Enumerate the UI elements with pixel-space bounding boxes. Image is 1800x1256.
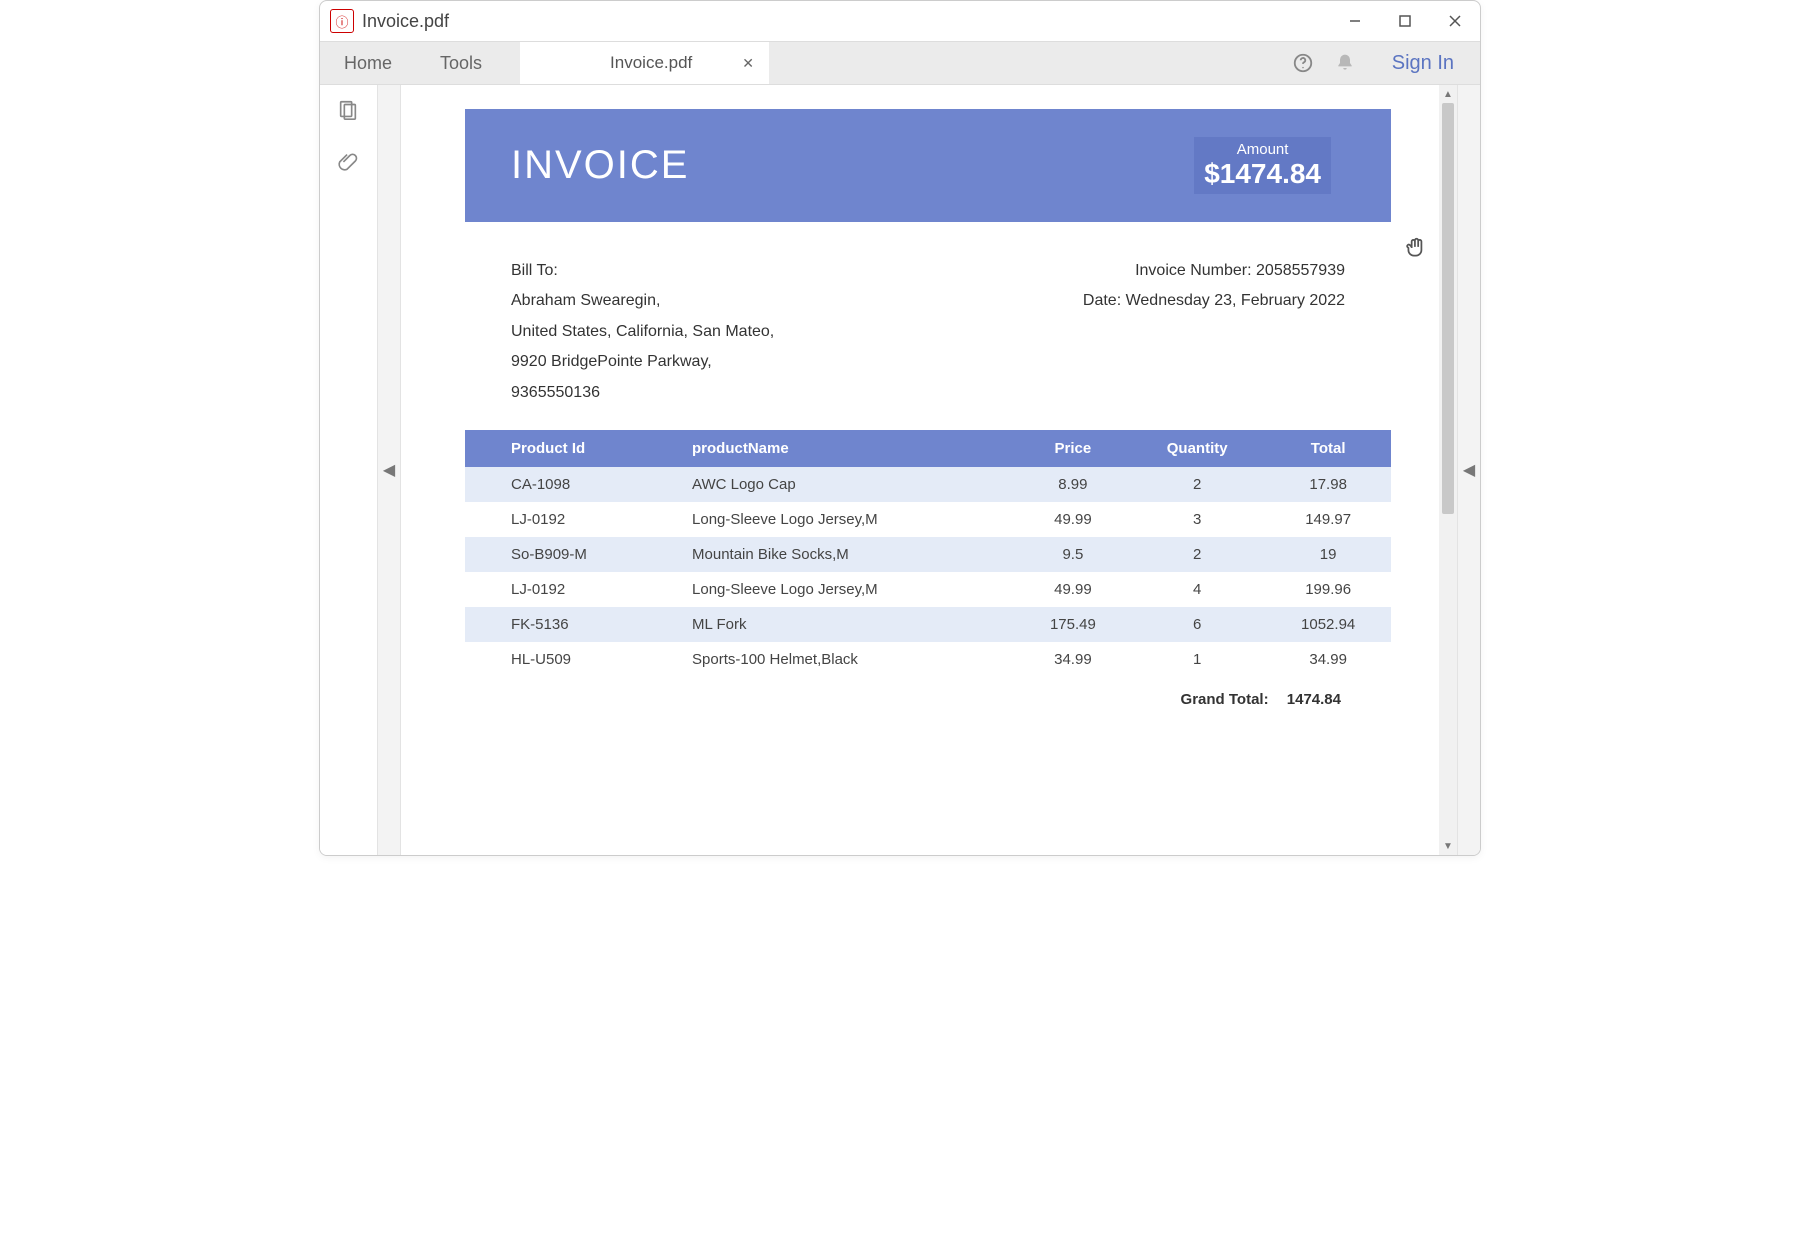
- cell-product-name: ML Fork: [680, 607, 1017, 642]
- invoice-date: Date: Wednesday 23, February 2022: [1083, 286, 1345, 316]
- pdf-app-icon: ⓘ: [330, 9, 354, 33]
- scroll-up-icon[interactable]: ▲: [1439, 85, 1457, 103]
- cell-quantity: 2: [1129, 467, 1265, 502]
- sign-in-link[interactable]: Sign In: [1366, 42, 1480, 84]
- bill-to-block: Bill To: Abraham Swearegin, United State…: [511, 256, 774, 408]
- document-tab[interactable]: Invoice.pdf ✕: [520, 42, 769, 84]
- close-window-button[interactable]: [1430, 1, 1480, 41]
- cell-total: 17.98: [1265, 467, 1391, 502]
- invoice-number: Invoice Number: 2058557939: [1083, 256, 1345, 286]
- invoice-meta: Bill To: Abraham Swearegin, United State…: [465, 222, 1391, 420]
- attachment-icon[interactable]: [337, 150, 359, 177]
- invoice-document: INVOICE Amount $1474.84 Bill To: Abraham…: [465, 109, 1391, 708]
- invoice-header: INVOICE Amount $1474.84: [465, 109, 1391, 222]
- collapse-right-button[interactable]: ◀: [1457, 85, 1480, 855]
- minimize-button[interactable]: [1330, 1, 1380, 41]
- cell-product-id: CA-1098: [465, 467, 680, 502]
- amount-label: Amount: [1204, 141, 1321, 158]
- document-tab-label: Invoice.pdf: [610, 53, 692, 73]
- table-row: LJ-0192Long-Sleeve Logo Jersey,M49.99314…: [465, 502, 1391, 537]
- table-row: FK-5136ML Fork175.4961052.94: [465, 607, 1391, 642]
- cell-product-name: Sports-100 Helmet,Black: [680, 642, 1017, 677]
- cell-total: 19: [1265, 537, 1391, 572]
- cell-quantity: 4: [1129, 572, 1265, 607]
- col-total: Total: [1265, 430, 1391, 467]
- body: ◀ INVOICE Amount $1474.84 Bill To: Abrah…: [320, 85, 1480, 855]
- cell-product-id: So-B909-M: [465, 537, 680, 572]
- grand-total-row: Grand Total: 1474.84: [465, 677, 1391, 708]
- bill-to-addr1: United States, California, San Mateo,: [511, 317, 774, 347]
- col-price: Price: [1017, 430, 1129, 467]
- bill-to-name: Abraham Swearegin,: [511, 286, 774, 316]
- cell-price: 9.5: [1017, 537, 1129, 572]
- col-quantity: Quantity: [1129, 430, 1265, 467]
- cell-product-id: FK-5136: [465, 607, 680, 642]
- bill-to-addr2: 9920 BridgePointe Parkway,: [511, 347, 774, 377]
- table-row: So-B909-MMountain Bike Socks,M9.5219: [465, 537, 1391, 572]
- cell-quantity: 1: [1129, 642, 1265, 677]
- grand-total-value: 1474.84: [1287, 691, 1341, 708]
- titlebar: ⓘ Invoice.pdf: [320, 1, 1480, 42]
- col-product-name: productName: [680, 430, 1017, 467]
- cell-quantity: 2: [1129, 537, 1265, 572]
- menu-tools[interactable]: Tools: [416, 42, 506, 84]
- help-icon[interactable]: [1282, 42, 1324, 84]
- maximize-button[interactable]: [1380, 1, 1430, 41]
- menubar: Home Tools Invoice.pdf ✕ Sign In: [320, 42, 1480, 85]
- cell-price: 49.99: [1017, 572, 1129, 607]
- cell-total: 149.97: [1265, 502, 1391, 537]
- menu-home[interactable]: Home: [320, 42, 416, 84]
- cell-total: 1052.94: [1265, 607, 1391, 642]
- window-title: Invoice.pdf: [362, 11, 449, 32]
- scroll-thumb[interactable]: [1442, 103, 1454, 514]
- app-window: ⓘ Invoice.pdf Home Tools Invoice.pdf ✕ S…: [319, 0, 1481, 856]
- table-header-row: Product Id productName Price Quantity To…: [465, 430, 1391, 467]
- hand-cursor-icon: [1403, 235, 1429, 266]
- cell-product-id: LJ-0192: [465, 572, 680, 607]
- cell-product-id: LJ-0192: [465, 502, 680, 537]
- invoice-table: Product Id productName Price Quantity To…: [465, 430, 1391, 708]
- grand-total-label: Grand Total:: [1181, 691, 1283, 708]
- cell-product-name: Long-Sleeve Logo Jersey,M: [680, 502, 1017, 537]
- invoice-title: INVOICE: [511, 143, 689, 188]
- cell-product-name: AWC Logo Cap: [680, 467, 1017, 502]
- cell-price: 34.99: [1017, 642, 1129, 677]
- cell-product-name: Long-Sleeve Logo Jersey,M: [680, 572, 1017, 607]
- collapse-left-button[interactable]: ◀: [377, 85, 401, 855]
- vertical-scrollbar[interactable]: ▲ ▼: [1439, 85, 1457, 855]
- bill-to-label: Bill To:: [511, 256, 774, 286]
- cell-total: 199.96: [1265, 572, 1391, 607]
- cell-total: 34.99: [1265, 642, 1391, 677]
- document-viewer: INVOICE Amount $1474.84 Bill To: Abraham…: [401, 85, 1439, 855]
- col-product-id: Product Id: [465, 430, 680, 467]
- invoice-info-block: Invoice Number: 2058557939 Date: Wednesd…: [1083, 256, 1345, 408]
- bell-icon[interactable]: [1324, 42, 1366, 84]
- invoice-amount-box: Amount $1474.84: [1194, 137, 1331, 194]
- amount-value: $1474.84: [1204, 158, 1321, 190]
- scroll-track[interactable]: [1439, 103, 1457, 837]
- cell-quantity: 3: [1129, 502, 1265, 537]
- thumbnails-icon[interactable]: [337, 99, 359, 126]
- table-row: LJ-0192Long-Sleeve Logo Jersey,M49.99419…: [465, 572, 1391, 607]
- table-row: HL-U509Sports-100 Helmet,Black34.99134.9…: [465, 642, 1391, 677]
- cell-quantity: 6: [1129, 607, 1265, 642]
- cell-price: 175.49: [1017, 607, 1129, 642]
- close-tab-icon[interactable]: ✕: [742, 55, 754, 72]
- bill-to-phone: 9365550136: [511, 378, 774, 408]
- cell-price: 8.99: [1017, 467, 1129, 502]
- window-controls: [1330, 1, 1480, 41]
- left-tool-rail: [320, 85, 377, 855]
- table-row: CA-1098AWC Logo Cap8.99217.98: [465, 467, 1391, 502]
- scroll-down-icon[interactable]: ▼: [1439, 837, 1457, 855]
- cell-price: 49.99: [1017, 502, 1129, 537]
- cell-product-name: Mountain Bike Socks,M: [680, 537, 1017, 572]
- cell-product-id: HL-U509: [465, 642, 680, 677]
